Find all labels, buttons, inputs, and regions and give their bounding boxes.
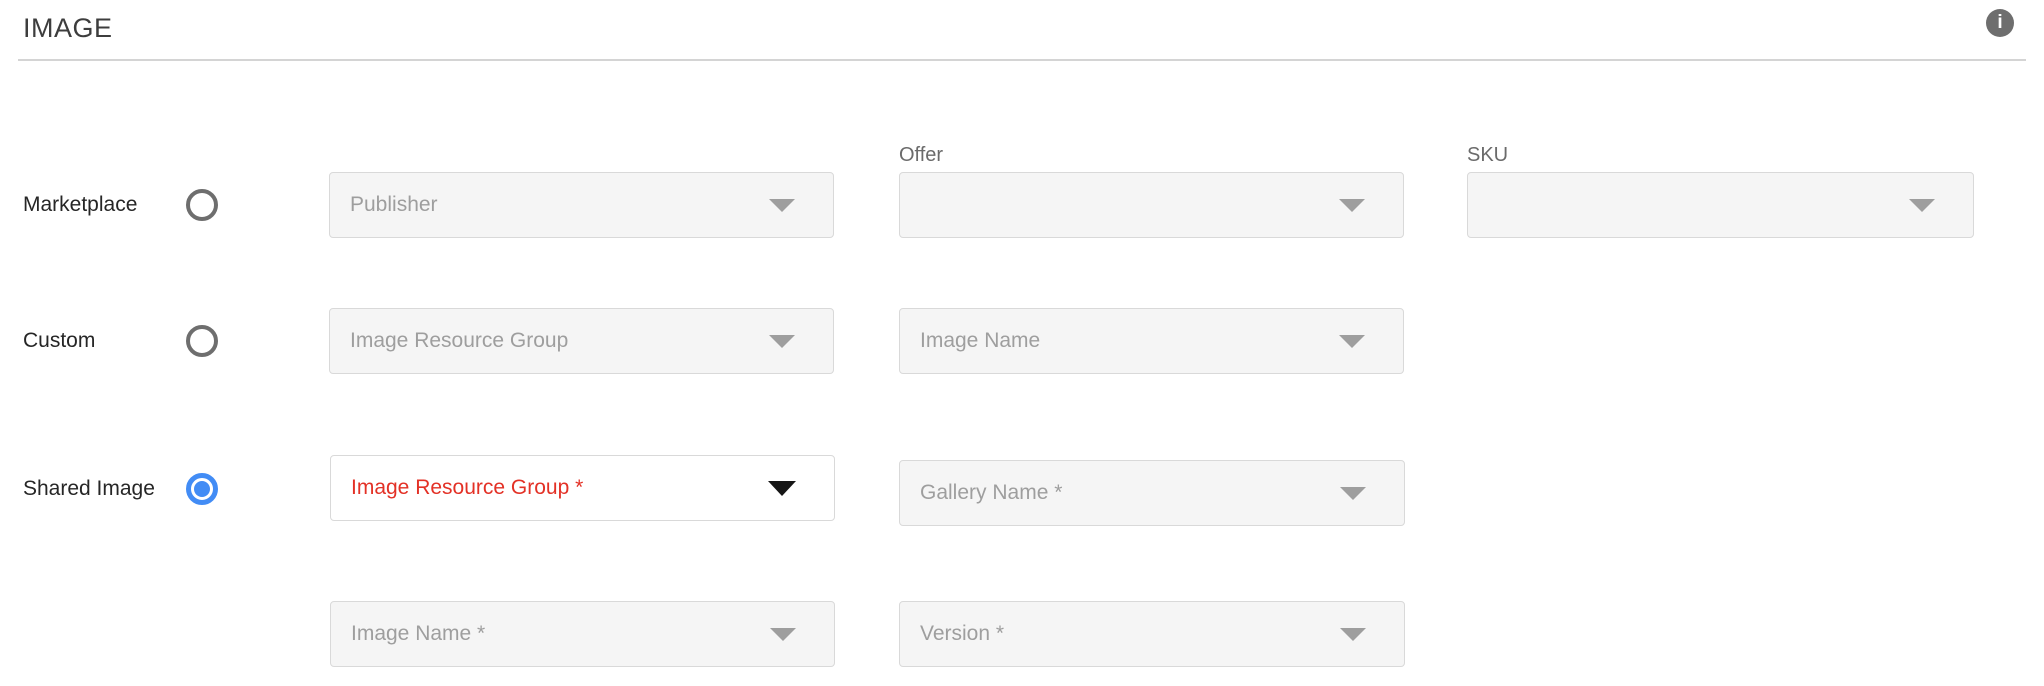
- gallery-name-placeholder: Gallery Name *: [920, 481, 1062, 505]
- row-label-shared-image: Shared Image: [23, 477, 155, 501]
- dropdown-arrow-icon: [769, 335, 795, 348]
- info-icon[interactable]: i: [1986, 9, 2014, 37]
- offer-label: Offer: [899, 144, 943, 166]
- page-title: IMAGE: [23, 13, 113, 43]
- dropdown-arrow-icon: [1340, 628, 1366, 641]
- custom-image-name-placeholder: Image Name: [920, 329, 1040, 353]
- offer-dropdown[interactable]: [899, 172, 1404, 238]
- custom-image-resource-group-placeholder: Image Resource Group: [350, 329, 568, 353]
- dropdown-arrow-icon: [770, 628, 796, 641]
- custom-image-name-dropdown[interactable]: Image Name: [899, 308, 1404, 374]
- dropdown-arrow-icon: [1339, 335, 1365, 348]
- dropdown-arrow-icon: [1909, 199, 1935, 212]
- sku-label: SKU: [1467, 144, 1508, 166]
- shared-image-name-placeholder: Image Name *: [351, 622, 485, 646]
- dropdown-arrow-icon: [1339, 199, 1365, 212]
- dropdown-arrow-icon: [1340, 487, 1366, 500]
- header-divider: [18, 59, 2026, 61]
- shared-image-name-dropdown[interactable]: Image Name *: [330, 601, 835, 667]
- radio-marketplace[interactable]: [186, 189, 218, 221]
- dropdown-arrow-icon: [769, 199, 795, 212]
- publisher-placeholder: Publisher: [350, 193, 438, 217]
- dropdown-arrow-icon: [768, 481, 796, 496]
- radio-shared-image[interactable]: [186, 473, 218, 505]
- version-placeholder: Version *: [920, 622, 1004, 646]
- custom-image-resource-group-dropdown[interactable]: Image Resource Group: [329, 308, 834, 374]
- shared-image-resource-group-dropdown[interactable]: Image Resource Group *: [330, 455, 835, 521]
- sku-dropdown[interactable]: [1467, 172, 1974, 238]
- version-dropdown[interactable]: Version *: [899, 601, 1405, 667]
- image-section: IMAGE i Marketplace Publisher Offer SKU …: [0, 0, 2044, 686]
- shared-image-resource-group-placeholder: Image Resource Group *: [351, 476, 583, 500]
- gallery-name-dropdown[interactable]: Gallery Name *: [899, 460, 1405, 526]
- row-label-marketplace: Marketplace: [23, 193, 137, 217]
- publisher-dropdown[interactable]: Publisher: [329, 172, 834, 238]
- row-label-custom: Custom: [23, 329, 95, 353]
- radio-custom[interactable]: [186, 325, 218, 357]
